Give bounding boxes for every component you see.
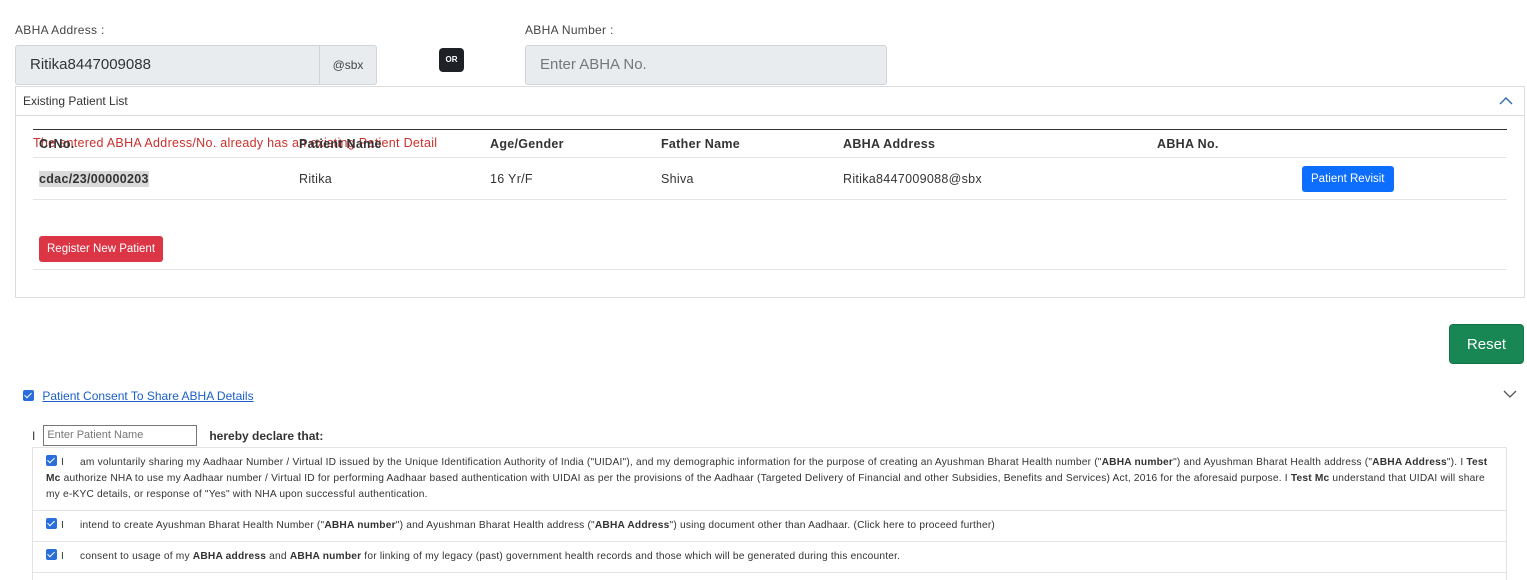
- cell-patient-name: Ritika: [293, 157, 484, 200]
- panel-header[interactable]: Existing Patient List: [16, 87, 1524, 116]
- col-age-gender: Age/Gender: [484, 129, 655, 158]
- reset-button[interactable]: Reset: [1449, 324, 1524, 364]
- clause-1-text-b: ") and Ayushman Bharat Health address (": [1173, 457, 1373, 468]
- declare-prefix: I: [32, 428, 36, 443]
- divider: [33, 269, 1507, 270]
- col-crno: CrNo.: [33, 129, 293, 158]
- clause-3-bold-b: ABHA number: [289, 551, 362, 562]
- clause-2-text-a: intend to create Ayushman Bharat Health …: [80, 520, 325, 531]
- col-abha-no: ABHA No.: [1151, 129, 1296, 158]
- abha-number-input[interactable]: Enter ABHA No.: [525, 45, 887, 85]
- patient-table: CrNo. Patient Name Age/Gender Father Nam…: [33, 129, 1507, 200]
- cell-action: Patient Revisit: [1296, 157, 1507, 200]
- clause-3-text-c: for linking of my legacy (past) governme…: [361, 551, 901, 562]
- clause-2-bold-a: ABHA number: [324, 520, 396, 531]
- clause-2-pronoun: I: [61, 520, 65, 531]
- declaration-line: I Enter Patient Name hereby declare that…: [32, 425, 323, 446]
- chevron-up-icon[interactable]: [1498, 93, 1514, 109]
- clause-2-text-c[interactable]: ") using document other than Aadhaar. (C…: [670, 520, 995, 531]
- clause-2-bold-b: ABHA Address: [594, 520, 670, 531]
- existing-patient-panel: Existing Patient List The entered ABHA A…: [15, 86, 1525, 298]
- col-action: [1296, 129, 1507, 158]
- cell-father-name: Shiva: [655, 157, 837, 200]
- chevron-down-icon[interactable]: [1503, 388, 1517, 400]
- cell-abha-no: [1151, 157, 1296, 200]
- abha-address-suffix: @sbx: [320, 45, 377, 85]
- consent-checkbox[interactable]: [23, 390, 34, 402]
- or-badge: OR: [439, 48, 464, 72]
- patient-name-input[interactable]: Enter Patient Name: [43, 425, 198, 446]
- table-row: cdac/23/00000203 Ritika 16 Yr/F Shiva Ri…: [33, 157, 1507, 200]
- consent-clause-2: Iintend to create Ayushman Bharat Health…: [33, 511, 1506, 542]
- panel-title: Existing Patient List: [23, 94, 128, 108]
- patient-revisit-button[interactable]: Patient Revisit: [1302, 165, 1394, 192]
- clause-1-text-c: "). I: [1446, 457, 1467, 468]
- table-header-row: CrNo. Patient Name Age/Gender Father Nam…: [33, 129, 1507, 158]
- clause-1-text-a: am voluntarily sharing my Aadhaar Number…: [80, 457, 1102, 468]
- consent-toggle: Patient Consent To Share ABHA Details: [23, 388, 254, 403]
- clause-1-pronoun: I: [61, 457, 65, 468]
- declare-suffix: hereby declare that:: [209, 428, 324, 443]
- abha-address-input[interactable]: Ritika8447009088: [15, 45, 320, 85]
- cell-age-gender: 16 Yr/F: [484, 157, 655, 200]
- col-father-name: Father Name: [655, 129, 837, 158]
- clause-1-checkbox[interactable]: [46, 455, 57, 466]
- cell-crno: cdac/23/00000203: [33, 157, 293, 200]
- clause-1-bold-b: ABHA Address: [1372, 457, 1447, 468]
- consent-clause-1: Iam voluntarily sharing my Aadhaar Numbe…: [33, 448, 1506, 511]
- consent-link[interactable]: Patient Consent To Share ABHA Details: [42, 389, 253, 403]
- cell-abha-address: Ritika8447009088@sbx: [837, 157, 1151, 200]
- col-abha-address: ABHA Address: [837, 129, 1151, 158]
- clause-3-checkbox[interactable]: [46, 549, 57, 560]
- clause-3-text-a: consent to usage of my: [80, 551, 193, 562]
- clause-1-bold-d: Test Mc: [1290, 473, 1330, 484]
- clause-1-text-d: authorize NHA to use my Aadhaar number /…: [60, 473, 1291, 484]
- clause-2-text-b: ") and Ayushman Bharat Health address (": [395, 520, 595, 531]
- clause-3-bold-a: ABHA address: [192, 551, 267, 562]
- clause-2-checkbox[interactable]: [46, 518, 57, 529]
- abha-number-label: ABHA Number :: [525, 23, 614, 37]
- consent-clause-partial: [33, 573, 1506, 580]
- clause-1-bold-a: ABHA number: [1101, 457, 1174, 468]
- crno-value[interactable]: cdac/23/00000203: [39, 170, 149, 187]
- register-new-patient-button[interactable]: Register New Patient: [39, 236, 164, 262]
- clause-3-text-b: and: [266, 551, 290, 562]
- consent-clauses: Iam voluntarily sharing my Aadhaar Numbe…: [32, 447, 1507, 580]
- consent-clause-3: Iconsent to usage of my ABHA address and…: [33, 542, 1506, 573]
- clause-3-pronoun: I: [61, 551, 65, 562]
- col-patient-name: Patient Name: [293, 129, 484, 158]
- abha-address-label: ABHA Address :: [15, 23, 105, 37]
